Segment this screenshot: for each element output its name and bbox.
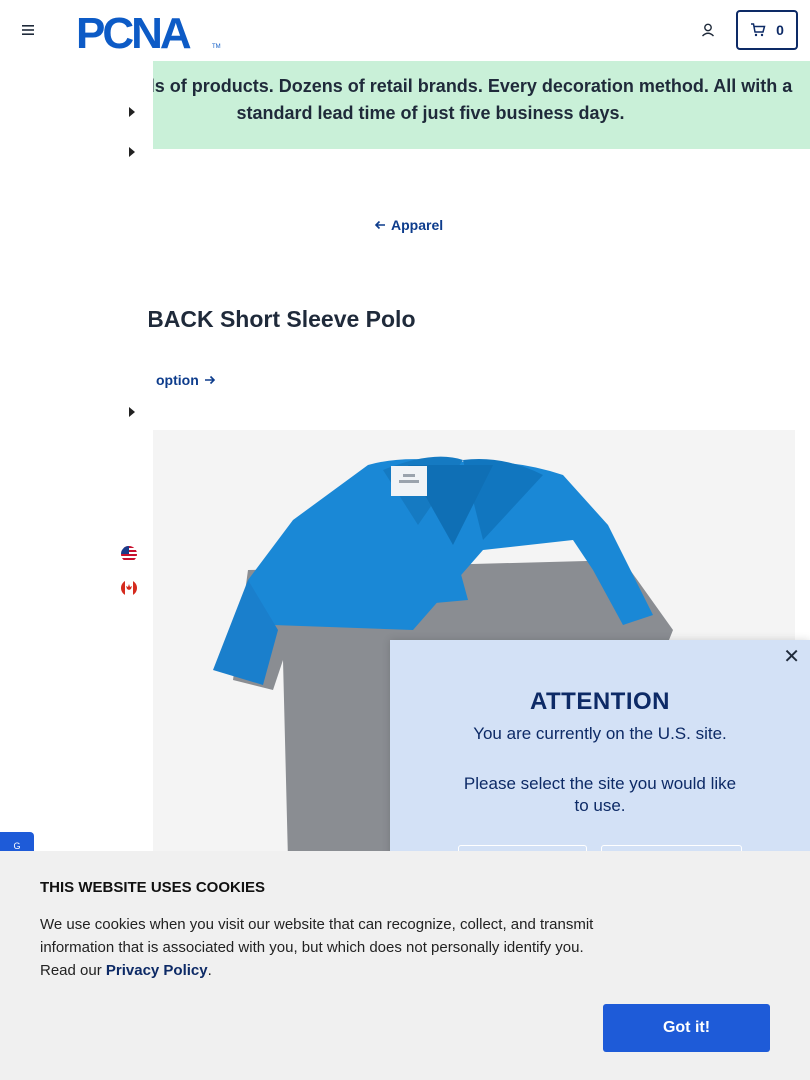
accept-cookies-button[interactable]: Got it!	[603, 1004, 770, 1052]
modal-message: You are currently on the U.S. site.	[473, 724, 727, 743]
accept-cookies-label: Got it!	[662, 1019, 711, 1036]
back-to-apparel-link[interactable]: Apparel	[374, 217, 443, 233]
cookie-title: THIS WEBSITE USES COOKIES	[40, 879, 266, 896]
cookie-banner: THIS WEBSITE USES COOKIES We use cookies…	[0, 851, 810, 1080]
us-flag-icon[interactable]	[121, 546, 137, 562]
caret-right-icon[interactable]	[128, 106, 136, 118]
modal-title: ATTENTION	[529, 688, 671, 715]
cookie-body: We use cookies when you visit our websit…	[40, 913, 600, 982]
modal-prompt: Please select the site you would like to…	[463, 774, 737, 815]
promo-text: Thousands of products. Dozens of retail …	[153, 76, 793, 123]
privacy-policy-link[interactable]: Privacy Policy	[106, 962, 208, 979]
logo-trademark: TM	[212, 44, 221, 50]
arrow-right-icon	[204, 375, 215, 385]
side-tab-label: G	[13, 841, 21, 851]
account-button[interactable]	[696, 18, 720, 42]
hamburger-icon	[22, 25, 34, 35]
canada-flag-icon[interactable]	[121, 580, 137, 596]
cart-icon	[751, 23, 766, 37]
user-icon	[702, 23, 714, 37]
caret-right-icon[interactable]	[128, 146, 136, 158]
site-select-modal: ✕ ATTENTION You are currently on the U.S…	[390, 640, 810, 881]
product-title-text: TAMBACK Short Sleeve Polo	[99, 306, 416, 332]
pcna-logo[interactable]: PCNA TM	[76, 9, 226, 58]
modal-close-button[interactable]: ✕	[783, 646, 800, 668]
option-link-label: option	[156, 372, 199, 388]
close-icon: ✕	[783, 646, 800, 668]
promo-banner: Thousands of products. Dozens of retail …	[153, 61, 810, 149]
cookie-body-end: .	[207, 962, 212, 979]
back-link-label: Apparel	[391, 217, 444, 233]
cart-count: 0	[776, 22, 784, 38]
logo-text: PCNA	[76, 10, 191, 52]
option-link[interactable]: option	[156, 372, 216, 388]
site-header: PCNA TM 0	[0, 0, 810, 60]
product-title: TAMBACK Short Sleeve Polo	[149, 306, 416, 333]
caret-right-icon[interactable]	[128, 406, 136, 418]
cart-button[interactable]: 0	[736, 10, 798, 50]
menu-button[interactable]	[18, 20, 38, 40]
arrow-left-icon	[374, 220, 385, 230]
